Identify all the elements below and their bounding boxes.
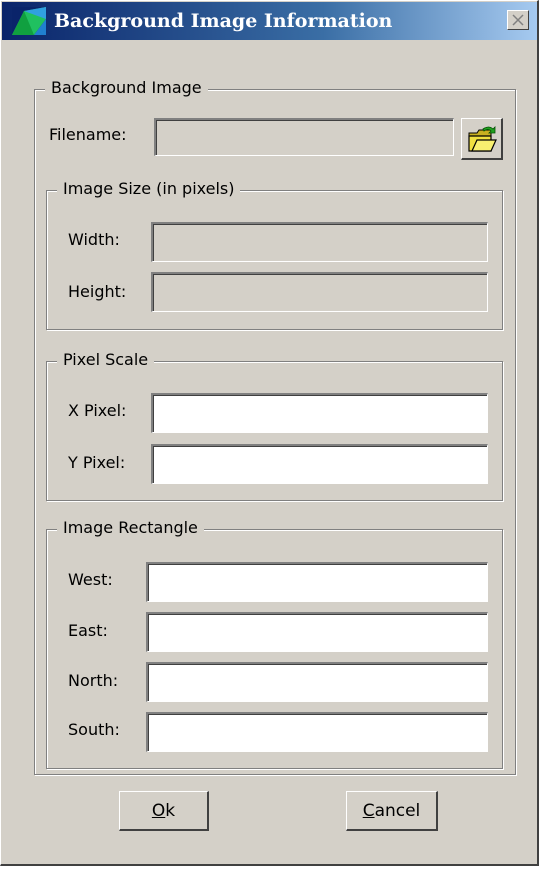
y-pixel-field[interactable]	[151, 444, 488, 484]
x-pixel-field[interactable]	[151, 393, 488, 433]
close-icon	[512, 14, 524, 26]
background-image-legend: Background Image	[45, 78, 208, 97]
filename-label: Filename:	[49, 125, 127, 144]
east-label: East:	[68, 621, 108, 640]
width-label: Width:	[68, 230, 120, 249]
width-field[interactable]	[151, 222, 488, 262]
cancel-button-mnemonic: C	[362, 800, 375, 821]
north-field[interactable]	[146, 662, 488, 702]
browse-button[interactable]	[461, 118, 503, 160]
west-label: West:	[68, 570, 113, 589]
pixel-scale-legend: Pixel Scale	[57, 350, 155, 369]
height-field[interactable]	[151, 272, 488, 312]
y-pixel-label: Y Pixel:	[68, 453, 126, 472]
x-pixel-label: X Pixel:	[68, 401, 127, 420]
title-bar[interactable]: Background Image Information	[2, 2, 537, 40]
filename-field[interactable]	[154, 118, 454, 156]
south-field[interactable]	[146, 712, 488, 752]
south-label: South:	[68, 720, 120, 739]
dialog-window: Background Image Information Background …	[0, 0, 539, 866]
ok-button-label-rest: k	[165, 800, 176, 821]
height-label: Height:	[68, 282, 127, 301]
east-field[interactable]	[146, 612, 488, 652]
open-folder-icon	[467, 125, 497, 152]
ok-button-mnemonic: O	[151, 800, 166, 821]
app-icon	[12, 7, 46, 35]
window-title: Background Image Information	[54, 10, 393, 32]
north-label: North:	[68, 671, 119, 690]
cancel-button-label-rest: ancel	[374, 800, 421, 821]
close-button[interactable]	[507, 10, 529, 30]
west-field[interactable]	[146, 562, 488, 602]
image-rectangle-legend: Image Rectangle	[57, 518, 204, 537]
image-size-legend: Image Size (in pixels)	[57, 179, 241, 198]
cancel-button[interactable]: Cancel	[346, 791, 438, 831]
ok-button[interactable]: Ok	[119, 791, 209, 831]
